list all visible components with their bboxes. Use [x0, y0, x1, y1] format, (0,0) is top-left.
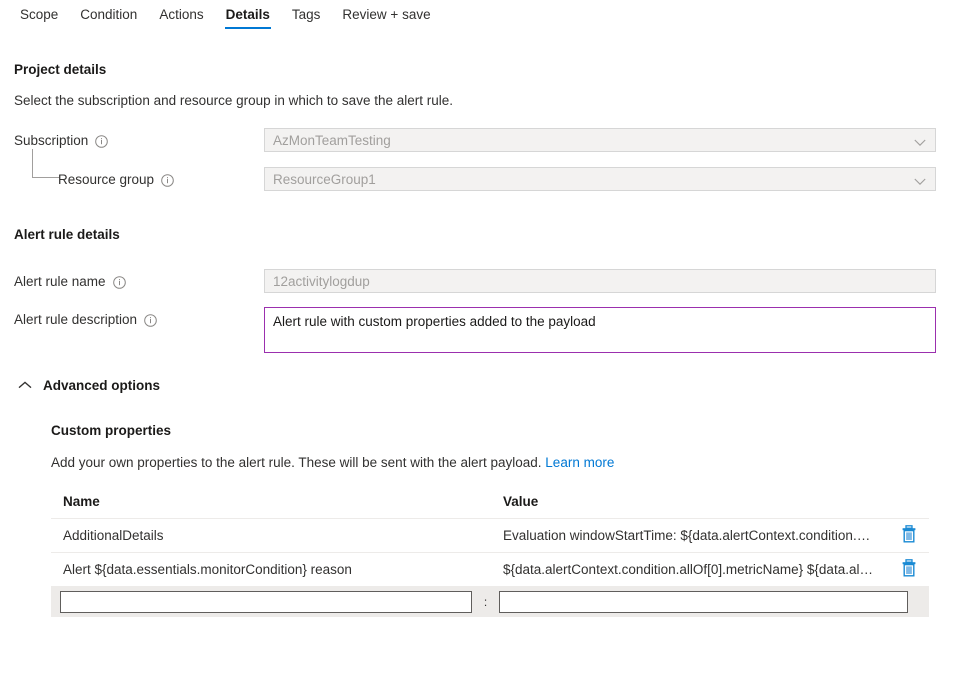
new-property-name-input[interactable] — [60, 591, 472, 613]
column-header-value: Value — [491, 490, 889, 519]
resource-group-row: Resource group — [14, 167, 954, 191]
subscription-select[interactable] — [264, 128, 936, 152]
tab-tags[interactable]: Tags — [281, 0, 332, 33]
resource-group-label-group: Resource group — [14, 167, 264, 191]
cell-actions — [889, 519, 929, 553]
custom-properties-heading: Custom properties — [51, 423, 954, 438]
tab-condition[interactable]: Condition — [69, 0, 148, 33]
custom-properties-table-head: Name Value — [51, 490, 929, 519]
tab-label: Review + save — [342, 7, 430, 22]
tab-label: Details — [226, 7, 270, 22]
alert-rule-description-label-group: Alert rule description — [14, 307, 264, 331]
alert-rule-name-control — [264, 269, 954, 293]
custom-properties-table: Name Value AdditionalDetails Evaluation … — [51, 490, 929, 587]
alert-rule-name-label-group: Alert rule name — [14, 269, 264, 293]
alert-rule-name-label: Alert rule name — [14, 274, 106, 289]
info-icon[interactable] — [161, 174, 174, 187]
delete-row-button[interactable] — [901, 559, 917, 577]
custom-properties-table-body: AdditionalDetails Evaluation windowStart… — [51, 519, 929, 587]
cell-property-value: Evaluation windowStartTime: ${data.alert… — [491, 519, 889, 553]
cell-property-name: AdditionalDetails — [51, 519, 491, 553]
cell-property-value: ${data.alertContext.condition.allOf[0].m… — [491, 553, 889, 587]
tab-label: Condition — [80, 7, 137, 22]
tab-label: Scope — [20, 7, 58, 22]
alert-rule-description-row: Alert rule description — [14, 307, 954, 356]
trash-icon — [901, 565, 917, 580]
tree-connector-line — [32, 149, 59, 178]
wizard-tab-bar: Scope Condition Actions Details Tags Rev… — [0, 0, 968, 38]
chevron-up-icon — [18, 378, 32, 393]
tab-review-save[interactable]: Review + save — [331, 0, 441, 33]
cell-actions — [889, 553, 929, 587]
resource-group-control — [264, 167, 954, 191]
info-icon[interactable] — [95, 135, 108, 148]
advanced-options-label: Advanced options — [43, 378, 160, 393]
info-icon[interactable] — [113, 276, 126, 289]
cell-property-name: Alert ${data.essentials.monitorCondition… — [51, 553, 491, 587]
tab-details[interactable]: Details — [215, 0, 281, 33]
delete-row-button[interactable] — [901, 525, 917, 543]
learn-more-link[interactable]: Learn more — [545, 455, 614, 470]
trash-icon — [901, 531, 917, 546]
info-icon[interactable] — [144, 314, 157, 327]
new-property-row: : — [51, 587, 929, 617]
new-property-value-input[interactable] — [499, 591, 908, 613]
column-header-name: Name — [51, 490, 491, 519]
table-header-row: Name Value — [51, 490, 929, 519]
resource-group-select-wrap — [264, 167, 936, 191]
tab-scope[interactable]: Scope — [9, 0, 69, 33]
alert-rule-name-row: Alert rule name — [14, 269, 954, 293]
table-row: Alert ${data.essentials.monitorCondition… — [51, 553, 929, 587]
subscription-label: Subscription — [14, 133, 88, 148]
column-header-actions — [889, 490, 929, 519]
subscription-select-wrap — [264, 128, 936, 152]
custom-properties-description-text: Add your own properties to the alert rul… — [51, 455, 542, 470]
tab-label: Actions — [159, 7, 203, 22]
alert-rule-details-heading: Alert rule details — [14, 227, 954, 242]
resource-group-select[interactable] — [264, 167, 936, 191]
subscription-control — [264, 128, 954, 152]
tab-label: Tags — [292, 7, 321, 22]
details-pane: Project details Select the subscription … — [0, 62, 968, 617]
table-row: AdditionalDetails Evaluation windowStart… — [51, 519, 929, 553]
tab-actions[interactable]: Actions — [148, 0, 214, 33]
project-details-description: Select the subscription and resource gro… — [14, 93, 954, 108]
alert-rule-description-control — [264, 307, 954, 356]
advanced-options-toggle[interactable]: Advanced options — [14, 378, 954, 393]
alert-rule-description-textarea[interactable] — [264, 307, 936, 353]
project-details-heading: Project details — [14, 62, 954, 77]
alert-rule-name-input[interactable] — [264, 269, 936, 293]
advanced-options-body: Custom properties Add your own propertie… — [14, 423, 954, 617]
key-value-separator: : — [472, 595, 499, 609]
alert-rule-description-label: Alert rule description — [14, 312, 137, 327]
resource-group-label: Resource group — [58, 172, 154, 187]
subscription-row: Subscription — [14, 128, 954, 152]
custom-properties-description: Add your own properties to the alert rul… — [51, 455, 954, 470]
